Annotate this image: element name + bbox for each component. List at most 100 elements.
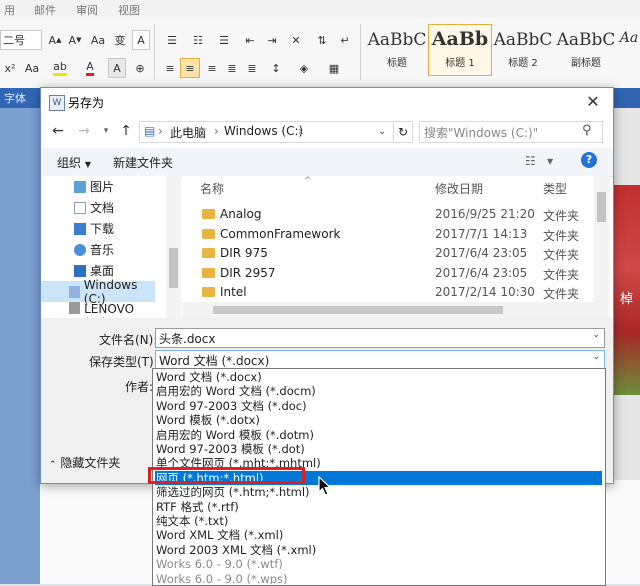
file-row[interactable]: Analog 2016/9/25 21:20 文件夹 [198, 205, 596, 224]
char-border-icon[interactable]: A [132, 30, 150, 50]
address-bar[interactable]: ▤ › 此电脑 › Windows (C:) › ⌄ [139, 121, 411, 143]
dialog-title: 另存为 [68, 96, 105, 110]
align-right-icon[interactable]: ≡ [202, 58, 222, 78]
filetype-option[interactable]: Word 97-2003 模板 (*.dot) [155, 442, 602, 456]
filetype-option[interactable]: Word 模板 (*.dotx) [155, 413, 602, 427]
up-arrow-icon[interactable]: ↑ [117, 122, 135, 140]
drive-icon [69, 285, 80, 298]
menu-item-review[interactable]: 审阅 [76, 2, 98, 18]
filetype-option[interactable]: Word 97-2003 文档 (*.doc) [155, 399, 602, 413]
change-case-icon[interactable]: Aa [88, 30, 108, 50]
borders-icon[interactable]: ▦ [320, 58, 348, 78]
nav-scroll-thumb[interactable] [169, 248, 178, 288]
refresh-button[interactable]: ↻ [393, 121, 413, 143]
filetype-option[interactable]: Word 2003 XML 文档 (*.xml) [155, 543, 602, 557]
nav-item-pictures[interactable]: 图片 [41, 176, 155, 197]
sort-icon[interactable]: ⇅ [312, 30, 332, 50]
file-list-vscroll-thumb[interactable] [597, 192, 606, 222]
view-options-icon[interactable]: ☷ [525, 154, 536, 168]
filetype-option[interactable]: Works 6.0 - 9.0 (*.wps) [155, 572, 602, 584]
style-heading-1[interactable]: AaBb 标题 1 [428, 24, 492, 76]
filetype-option[interactable]: 筛选过的网页 (*.htm;*.html) [155, 485, 602, 499]
numbering-icon[interactable]: ☷ [186, 30, 210, 50]
file-list: 名称 ^ 修改日期 类型 Analog 2016/9/25 21:20 文件夹 Co… [182, 176, 608, 318]
new-folder-button[interactable]: 新建文件夹 [113, 154, 173, 171]
menu-item-view[interactable]: 视图 [118, 2, 140, 18]
back-arrow-icon[interactable]: ← [49, 122, 67, 140]
nav-label: 音乐 [90, 243, 115, 257]
nav-label: 图片 [90, 180, 115, 194]
address-dropdown-icon[interactable]: ⌄ [378, 126, 386, 137]
show-marks-icon[interactable]: ↵ [336, 30, 354, 50]
hide-folders-button[interactable]: ⌃ 隐藏文件夹 [49, 454, 120, 471]
column-header-date[interactable]: 修改日期 [435, 180, 483, 197]
file-row[interactable]: CommonFramework 2017/7/1 14:13 文件夹 [198, 225, 596, 244]
file-list-hscroll-thumb[interactable] [213, 306, 503, 314]
char-format-icon[interactable]: Aa [22, 58, 42, 78]
decrease-indent-icon[interactable]: ⇤ [240, 30, 260, 50]
filetype-select[interactable]: Word 文档 (*.docx) ⌄ [155, 350, 605, 370]
filetype-option[interactable]: 启用宏的 Word 模板 (*.dotm) [155, 428, 602, 442]
highlight-icon[interactable]: ab [46, 58, 74, 78]
shrink-font-icon[interactable]: A ▼ [66, 30, 84, 50]
filetype-option[interactable]: Word XML 文档 (*.xml) [155, 528, 602, 542]
bullets-icon[interactable]: ☰ [160, 30, 184, 50]
column-header-name[interactable]: 名称 [200, 180, 224, 197]
shading-icon[interactable]: ◈ [290, 58, 318, 78]
view-chevron-icon[interactable]: ▼ [547, 157, 553, 166]
nav-item-lenovo-d[interactable]: LENOVO (D:) [41, 302, 155, 318]
nav-item-music[interactable]: 音乐 [41, 239, 155, 260]
filetype-option[interactable]: 启用宏的 Word 文档 (*.docm) [155, 384, 602, 398]
nav-item-windows-c[interactable]: Windows (C:) [41, 278, 155, 306]
filetype-option[interactable]: RTF 格式 (*.rtf) [155, 500, 602, 514]
filetype-option[interactable]: Works 6.0 - 9.0 (*.wtf) [155, 557, 602, 571]
multilevel-list-icon[interactable]: ☰ [212, 30, 236, 50]
file-row[interactable]: Intel 2017/2/14 10:30 文件夹 [198, 283, 596, 302]
grow-font-icon[interactable]: A ▲ [46, 30, 64, 50]
nav-scrollbar[interactable] [166, 176, 181, 318]
filetype-option[interactable]: Word 文档 (*.docx) [155, 370, 602, 384]
justify-icon[interactable]: ≣ [222, 58, 242, 78]
breadcrumb-drive-c[interactable]: Windows (C:) [224, 124, 303, 138]
char-shading-icon[interactable]: A [108, 58, 126, 78]
organize-button[interactable]: 组织 ▼ [57, 154, 91, 171]
increase-indent-icon[interactable]: ⇥ [262, 30, 282, 50]
file-row[interactable]: DIR 975 2017/6/4 23:05 文件夹 [198, 244, 596, 263]
chinese-layout-icon[interactable]: ✕ [284, 30, 308, 50]
file-type: 文件夹 [543, 228, 580, 243]
chevron-down-icon: ⌄ [592, 352, 600, 362]
style-subtitle[interactable]: AaBbC 副标题 [555, 24, 617, 74]
menu-item-mail[interactable]: 邮件 [34, 2, 56, 18]
distributed-icon[interactable]: ≣ [242, 58, 262, 78]
align-left-icon[interactable]: ≡ [160, 58, 180, 78]
line-spacing-icon[interactable]: ↕ [264, 58, 288, 78]
font-size-select[interactable]: 二号 [0, 30, 42, 50]
search-input[interactable]: 搜索"Windows (C:)" [424, 124, 538, 141]
menu-item-use[interactable]: 用 [4, 2, 15, 18]
column-header-type[interactable]: 类型 [543, 180, 567, 197]
recent-chevron-icon[interactable]: ▾ [97, 122, 115, 140]
nav-item-downloads[interactable]: 下载 [41, 218, 155, 239]
style-title[interactable]: AaBbC 标题 [366, 24, 428, 74]
hide-folders-label: 隐藏文件夹 [60, 456, 121, 470]
title-bar[interactable]: W 另存为 ✕ [41, 88, 613, 116]
style-heading-2[interactable]: AaBbC 标题 2 [492, 24, 554, 74]
breadcrumb-this-pc[interactable]: 此电脑 [170, 124, 206, 141]
align-center-icon[interactable]: ≡ [180, 58, 200, 78]
nav-item-documents[interactable]: 文档 [41, 197, 155, 218]
folder-icon [202, 267, 215, 278]
filename-input[interactable]: 头条.docx ⌄ [155, 328, 605, 348]
help-icon[interactable]: ? [581, 152, 597, 168]
forward-arrow-icon[interactable]: → [75, 122, 93, 140]
file-row[interactable]: DIR 2957 2017/6/4 23:05 文件夹 [198, 264, 596, 283]
superscript-icon[interactable]: x² [0, 58, 20, 78]
file-date: 2017/2/14 10:30 [435, 285, 535, 299]
font-color-icon[interactable]: A [78, 58, 102, 78]
filetype-option[interactable]: 纯文本 (*.txt) [155, 514, 602, 528]
enclose-char-icon[interactable]: ⊕ [130, 58, 150, 78]
phonetic-guide-icon[interactable]: 变 [110, 30, 130, 50]
close-icon: ✕ [586, 92, 600, 111]
style-more[interactable]: Aa [618, 24, 640, 74]
close-button[interactable]: ✕ [581, 91, 605, 113]
search-box[interactable]: 搜索"Windows (C:)" ⚲ [419, 121, 603, 143]
